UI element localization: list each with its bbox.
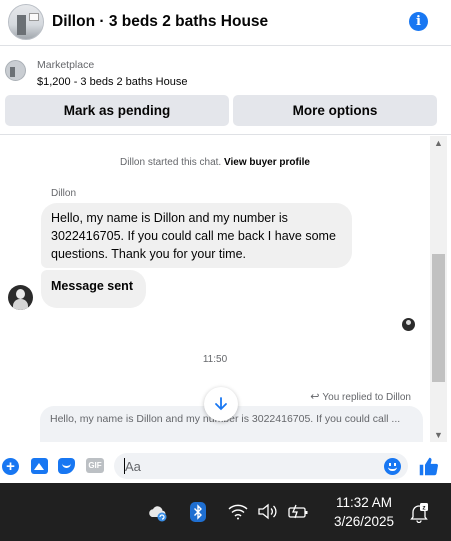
chat-title[interactable]: Dillon · 3 beds 2 baths House [52,13,268,31]
scroll-up-arrow-icon[interactable]: ▲ [430,136,447,150]
sticker-icon[interactable] [58,458,75,474]
listing-avatar[interactable] [8,4,44,40]
clock-time: 11:32 AM [335,495,393,510]
reply-arrow-icon: ↩ [310,391,320,403]
thread-scrollbar[interactable]: ▲ ▼ [430,136,447,442]
scroll-down-arrow-icon[interactable]: ▼ [430,428,447,442]
emoji-icon[interactable] [384,458,401,475]
house-photo [9,5,43,39]
onedrive-sync-icon[interactable] [147,504,169,522]
thumbs-up-icon[interactable] [418,456,439,477]
listing-summary[interactable]: Marketplace $1,200 - 3 beds 2 baths Hous… [0,50,451,92]
message-input-placeholder: Aa [125,459,141,474]
message-input[interactable]: Aa [114,453,408,479]
scrollbar-thumb[interactable] [432,254,445,382]
more-options-button[interactable]: More options [233,95,437,126]
chat-start-text: Dillon started this chat. [120,157,222,168]
notification-bell-icon[interactable]: z [409,503,429,523]
message-bubble[interactable]: Hello, my name is Dillon and my number i… [41,203,352,268]
mark-as-pending-button[interactable]: Mark as pending [5,95,229,126]
gif-icon[interactable]: GIF [86,458,104,473]
clock-date: 3/26/2025 [333,514,395,529]
divider [0,134,451,135]
listing-source: Marketplace [37,59,95,71]
bluetooth-icon[interactable] [190,502,206,522]
house-frame [29,13,39,21]
windows-taskbar: 11:32 AM 3/26/2025 z [0,483,451,541]
sender-avatar[interactable] [8,285,33,310]
replied-text: You replied to Dillon [322,392,411,403]
view-buyer-profile-link[interactable]: View buyer profile [224,157,310,168]
listing-thumbnail [5,60,26,81]
scroll-to-bottom-button[interactable] [204,387,238,421]
system-clock[interactable]: 11:32 AM 3/26/2025 [326,493,402,531]
replied-label: ↩ You replied to Dillon [310,390,411,403]
photo-icon[interactable] [31,458,48,474]
messenger-window: Dillon · 3 beds 2 baths House i Marketpl… [0,0,451,483]
sender-name: Dillon [51,188,77,199]
chat-start-notice: Dillon started this chat. View buyer pro… [0,157,430,168]
plus-icon[interactable]: + [2,458,19,475]
message-timestamp: 11:50 [202,354,228,365]
wifi-icon[interactable] [228,503,248,520]
chat-header: Dillon · 3 beds 2 baths House i [0,0,451,46]
message-thread[interactable]: Dillon started this chat. View buyer pro… [0,136,430,442]
battery-charging-icon[interactable] [287,503,309,520]
message-composer: + GIF Aa [0,448,451,483]
info-icon[interactable]: i [409,12,428,31]
volume-icon[interactable] [257,503,279,520]
house-door [17,15,26,35]
message-bubble[interactable]: Message sent [41,270,146,308]
seen-indicator-avatar [402,318,415,331]
listing-price-title: $1,200 - 3 beds 2 baths House [37,76,188,88]
arrow-down-icon [215,397,227,411]
